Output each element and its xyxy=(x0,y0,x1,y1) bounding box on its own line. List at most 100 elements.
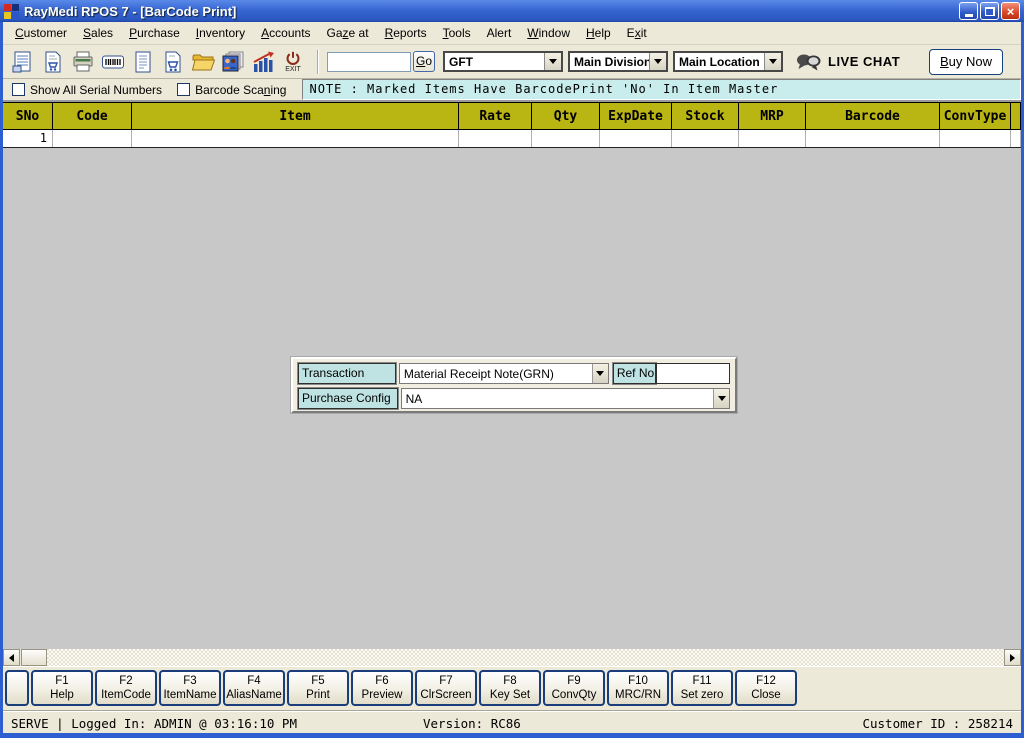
division-select-value: Main Division xyxy=(574,54,649,69)
fkey-f10-mrcrn-button[interactable]: F10 MRC/RN xyxy=(607,670,669,706)
menu-item-sales[interactable]: Sales xyxy=(75,23,121,43)
cell-mrp[interactable] xyxy=(739,130,806,147)
barcode-icon[interactable] xyxy=(99,48,127,76)
ref-no-input[interactable] xyxy=(656,363,730,384)
menu-item-alert[interactable]: Alert xyxy=(479,23,520,43)
chart-icon[interactable] xyxy=(249,48,277,76)
fkey-f1-help-button[interactable]: F1 Help xyxy=(31,670,93,706)
menu-item-help[interactable]: Help xyxy=(578,23,619,43)
menu-item-exit[interactable]: Exit xyxy=(619,23,655,43)
transaction-label: Transaction xyxy=(297,362,397,385)
menu-item-gaze-at[interactable]: Gaze at xyxy=(319,23,377,43)
transaction-select[interactable]: Material Receipt Note(GRN) xyxy=(398,363,609,384)
cell-convtype[interactable] xyxy=(940,130,1011,147)
fkey-f12-close-button[interactable]: F12 Close xyxy=(735,670,797,706)
workspace: Transaction Material Receipt Note(GRN) R… xyxy=(3,148,1021,649)
scroll-right-button[interactable] xyxy=(1004,649,1021,666)
cell-qty[interactable] xyxy=(532,130,600,147)
status-login-info: SERVE | Logged In: ADMIN @ 03:16:10 PM xyxy=(11,716,297,731)
menu-item-window[interactable]: Window xyxy=(519,23,578,43)
fkey-f2-itemcode-button[interactable]: F2 ItemCode xyxy=(95,670,157,706)
company-select-value: GFT xyxy=(449,54,473,69)
ref-no-label: Ref No xyxy=(611,362,658,385)
cell-item[interactable] xyxy=(132,130,459,147)
cell-filler xyxy=(1011,130,1021,147)
note-banner: NOTE : Marked Items Have BarcodePrint 'N… xyxy=(302,79,1021,100)
go-button[interactable]: Go xyxy=(413,51,435,72)
window-title: RayMedi RPOS 7 - [BarCode Print] xyxy=(24,3,237,19)
status-customer-id: Customer ID : 258214 xyxy=(862,716,1013,731)
menu-item-reports[interactable]: Reports xyxy=(377,23,435,43)
fkey-f8-keyset-button[interactable]: F8 Key Set xyxy=(479,670,541,706)
transaction-select-value: Material Receipt Note(GRN) xyxy=(403,366,554,381)
fkey-f11-setzero-button[interactable]: F11 Set zero xyxy=(671,670,733,706)
grid-header-row: SNo Code Item Rate Qty ExpDate Stock MRP… xyxy=(3,102,1021,130)
transaction-dialog: Transaction Material Receipt Note(GRN) R… xyxy=(291,357,737,413)
scroll-left-icon xyxy=(9,653,14,662)
sales-cart-icon[interactable] xyxy=(39,48,67,76)
barcode-scanning-checkbox[interactable] xyxy=(177,83,191,96)
chevron-down-icon[interactable] xyxy=(764,53,781,70)
buy-now-button[interactable]: Buy Now xyxy=(929,48,1003,75)
status-version: Version: RC86 xyxy=(423,716,521,731)
quick-search-input[interactable] xyxy=(327,51,411,72)
cell-code[interactable] xyxy=(53,130,132,147)
show-all-serial-numbers-checkbox[interactable] xyxy=(12,83,25,96)
exit-icon[interactable]: EXIT xyxy=(279,48,307,76)
cell-expdate[interactable] xyxy=(600,130,672,147)
company-select[interactable]: GFT xyxy=(443,51,563,72)
fkey-f9-convqty-button[interactable]: F9 ConvQty xyxy=(543,670,605,706)
scrollbar-thumb[interactable] xyxy=(21,649,47,666)
minimize-button[interactable] xyxy=(959,2,978,20)
status-bar: SERVE | Logged In: ADMIN @ 03:16:10 PM V… xyxy=(3,711,1021,733)
scrollbar-track[interactable] xyxy=(47,649,1004,666)
cell-sno[interactable]: 1 xyxy=(3,130,53,147)
column-header-sno: SNo xyxy=(3,103,53,129)
column-header-code: Code xyxy=(53,103,132,129)
column-header-item: Item xyxy=(132,103,459,129)
purchase-config-select[interactable]: NA xyxy=(400,388,730,409)
document-icon[interactable] xyxy=(129,48,157,76)
barcode-scanning-label: Barcode Scaning xyxy=(195,82,287,97)
menu-item-customer[interactable]: Customer xyxy=(7,23,75,43)
column-header-expdate: ExpDate xyxy=(600,103,672,129)
column-header-convtype: ConvType xyxy=(940,103,1011,129)
fkey-f6-preview-button[interactable]: F6 Preview xyxy=(351,670,413,706)
folder-icon[interactable] xyxy=(189,48,217,76)
scroll-left-button[interactable] xyxy=(3,649,20,666)
fkey-f5-print-button[interactable]: F5 Print xyxy=(287,670,349,706)
location-select[interactable]: Main Location xyxy=(673,51,783,72)
menu-item-accounts[interactable]: Accounts xyxy=(253,23,318,43)
horizontal-scrollbar[interactable] xyxy=(3,649,1021,666)
function-key-bar: F1 Help F2 ItemCode F3 ItemName F4 AliasName… xyxy=(3,666,1021,711)
close-button[interactable]: × xyxy=(1001,2,1020,20)
cell-rate[interactable] xyxy=(459,130,532,147)
live-chat-button[interactable]: LIVE CHAT xyxy=(796,52,900,72)
menu-item-purchase[interactable]: Purchase xyxy=(121,23,188,43)
fkey-f3-itemname-button[interactable]: F3 ItemName xyxy=(159,670,221,706)
fkey-blank-button[interactable] xyxy=(5,670,29,706)
customers-icon[interactable] xyxy=(219,48,247,76)
menu-bar: Customer Sales Purchase Inventory Accoun… xyxy=(3,22,1021,45)
fkey-f7-clrscreen-button[interactable]: F7 ClrScreen xyxy=(415,670,477,706)
purchase-cart-icon[interactable] xyxy=(159,48,187,76)
division-select[interactable]: Main Division xyxy=(568,51,668,72)
menu-item-inventory[interactable]: Inventory xyxy=(188,23,253,43)
invoice-icon[interactable] xyxy=(9,48,37,76)
cell-stock[interactable] xyxy=(672,130,739,147)
restore-button[interactable] xyxy=(980,2,999,20)
menu-item-tools[interactable]: Tools xyxy=(435,23,479,43)
cell-barcode[interactable] xyxy=(806,130,940,147)
column-header-barcode: Barcode xyxy=(806,103,940,129)
chevron-down-icon[interactable] xyxy=(713,389,729,408)
table-row[interactable]: 1 xyxy=(3,130,1021,148)
minimize-icon xyxy=(964,13,973,17)
app-window: RayMedi RPOS 7 - [BarCode Print] × Custo… xyxy=(0,0,1024,738)
chevron-down-icon[interactable] xyxy=(591,364,608,383)
chevron-down-icon[interactable] xyxy=(649,53,666,70)
printer-icon[interactable] xyxy=(69,48,97,76)
column-header-rate: Rate xyxy=(459,103,532,129)
chevron-down-icon[interactable] xyxy=(544,53,561,70)
fkey-f4-aliasname-button[interactable]: F4 AliasName xyxy=(223,670,285,706)
app-logo-icon xyxy=(4,3,19,19)
